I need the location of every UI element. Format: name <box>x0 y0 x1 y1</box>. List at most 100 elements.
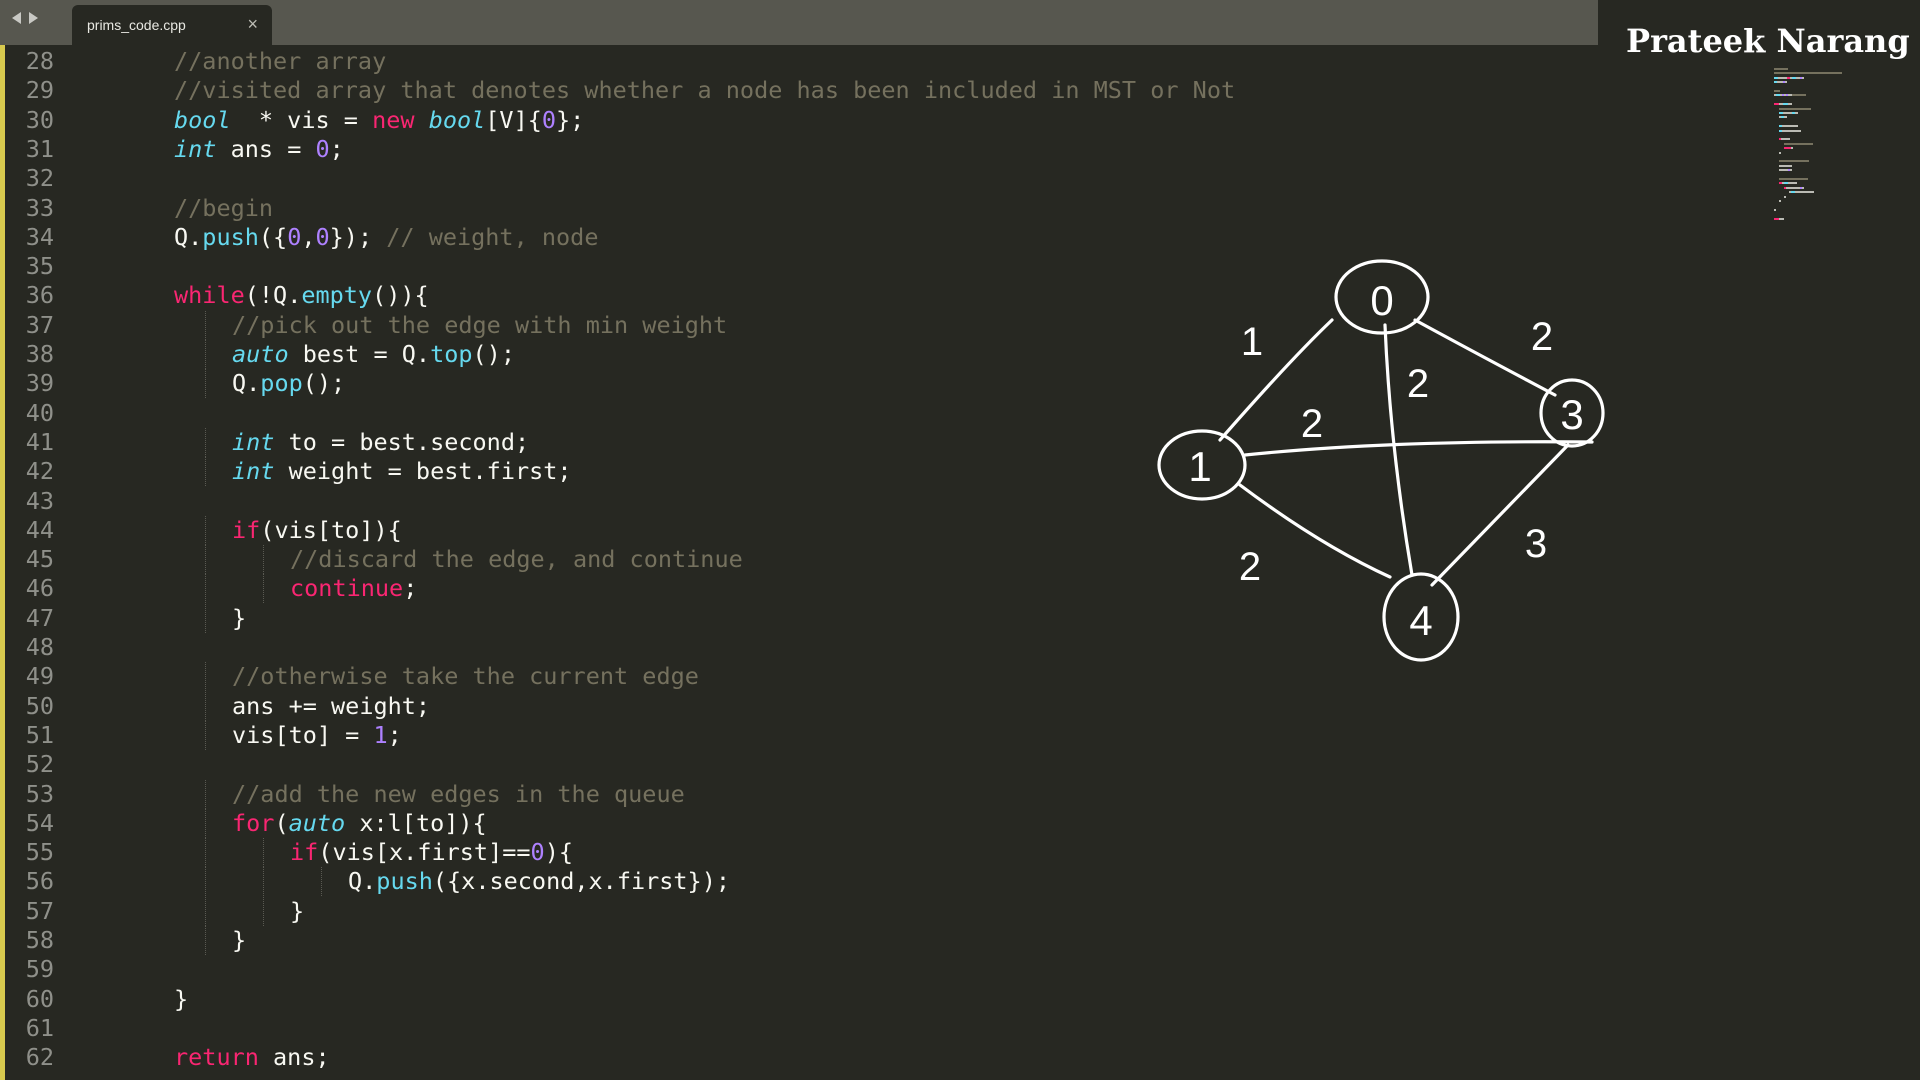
code-line: 59 <box>0 955 1598 984</box>
minimap-line <box>1795 112 1798 114</box>
line-number: 34 <box>25 222 54 251</box>
code-token: pop <box>260 369 303 398</box>
tab-prims-code[interactable]: prims_code.cpp × <box>72 5 272 45</box>
author-watermark: Prateek Narang <box>1626 22 1910 60</box>
code-token: //add the new edges in the queue <box>232 779 685 808</box>
code-token: ans; <box>258 1043 330 1072</box>
indent-guide <box>205 340 206 369</box>
code-token: int <box>174 134 217 163</box>
minimap-line <box>1785 81 1787 84</box>
line-number: 49 <box>25 662 54 691</box>
code-text: if(vis[x.first]==0){ <box>290 838 573 867</box>
minimap-line <box>1774 90 1780 92</box>
line-number: 46 <box>25 574 54 603</box>
indent-guide <box>263 896 264 926</box>
minimap-line <box>1788 182 1797 185</box>
code-token: ){ <box>544 838 573 867</box>
code-text: return ans; <box>174 1043 330 1072</box>
code-token: 1 <box>373 720 388 749</box>
code-token: //otherwise take the current edge <box>232 662 699 691</box>
code-text: auto best = Q.top(); <box>232 340 515 369</box>
code-token: ans = <box>216 134 316 163</box>
code-line: 50 ans += weight; <box>0 691 1598 721</box>
code-token: 0 <box>530 838 545 867</box>
code-token: (vis[x.first]== <box>318 838 531 867</box>
code-text: continue; <box>290 574 417 603</box>
code-token: 0 <box>541 105 557 134</box>
line-number: 62 <box>25 1043 54 1072</box>
nav-forward-icon[interactable] <box>29 12 38 24</box>
code-line: 60} <box>0 985 1598 1014</box>
code-token: ; <box>329 134 344 163</box>
code-line: 30 bool * vis = new bool[V]{0}; <box>0 106 1598 135</box>
code-token: ans += weight; <box>232 691 431 720</box>
edge-3-4 <box>1430 443 1570 587</box>
code-token: top <box>430 340 473 368</box>
code-line: 62 return ans; <box>0 1043 1598 1072</box>
indent-guide <box>263 545 264 575</box>
minimap-line <box>1782 129 1801 132</box>
code-line: 58} <box>0 926 1598 955</box>
line-number: 48 <box>25 633 54 661</box>
indent-guide <box>205 310 206 340</box>
line-number: 45 <box>25 545 54 574</box>
edge-weight-1-4: 2 <box>1239 545 1261 589</box>
code-line: 56 Q.push({x.second,x.first}); <box>0 867 1598 897</box>
code-token: push <box>202 222 259 251</box>
code-text: //another array <box>174 47 386 76</box>
edge-1-4 <box>1238 483 1392 579</box>
code-token: //begin <box>174 193 274 222</box>
minimap-line <box>1786 186 1800 189</box>
indent-guide <box>205 427 206 457</box>
line-number: 52 <box>25 750 54 779</box>
node-1-label: 1 <box>1188 443 1211 490</box>
node-0-label: 0 <box>1370 277 1393 324</box>
indent-guide <box>205 662 206 692</box>
indent-guide <box>205 691 206 721</box>
code-line: 57} <box>0 896 1598 926</box>
minimap[interactable] <box>1760 68 1900 238</box>
code-token: auto <box>232 340 289 368</box>
code-token: (); <box>472 340 515 368</box>
code-token: int <box>232 457 275 486</box>
edge-weight-3-4: 3 <box>1525 522 1547 566</box>
line-number: 38 <box>25 340 54 368</box>
code-token: weight = best.first; <box>274 457 572 486</box>
close-icon[interactable]: × <box>247 13 258 35</box>
code-token: x:l[to]){ <box>345 808 487 837</box>
line-number: 35 <box>25 252 54 281</box>
line-number: 50 <box>25 691 54 720</box>
indent-guide <box>205 779 206 809</box>
code-token: } <box>232 926 247 954</box>
minimap-line <box>1779 164 1792 167</box>
code-token: } <box>290 896 305 925</box>
code-token: vis[to] = <box>232 720 374 749</box>
indent-guide <box>205 838 206 868</box>
minimap-line <box>1781 138 1790 141</box>
code-token: new <box>372 105 415 134</box>
line-number: 36 <box>25 281 54 310</box>
minimap-line <box>1774 68 1788 70</box>
minimap-line <box>1779 200 1781 202</box>
edge-weight-0-3: 2 <box>1531 315 1553 359</box>
indent-guide <box>205 515 206 545</box>
code-line: 53 //add the new edges in the queue <box>0 779 1598 809</box>
code-line: 29 //visited array that denotes whether a… <box>0 76 1598 105</box>
minimap-line <box>1779 178 1808 180</box>
line-number: 33 <box>25 193 54 222</box>
code-line: 51 vis[to] = 1; <box>0 720 1598 750</box>
code-token: bool <box>428 105 486 134</box>
code-text: //add the new edges in the queue <box>232 780 685 809</box>
minimap-line <box>1779 107 1811 110</box>
code-text: Q.push({x.second,x.first}); <box>348 867 730 896</box>
nav-back-icon[interactable] <box>12 12 21 24</box>
code-token: , <box>301 222 316 251</box>
line-number: 51 <box>25 720 54 749</box>
code-token: ( <box>274 808 289 837</box>
line-number: 44 <box>25 515 54 544</box>
code-token: (vis[to]){ <box>260 515 402 544</box>
line-number: 39 <box>25 369 54 398</box>
code-line: 32 <box>0 164 1598 193</box>
indent-guide <box>263 867 264 897</box>
code-line: 28 //another array <box>0 47 1598 76</box>
